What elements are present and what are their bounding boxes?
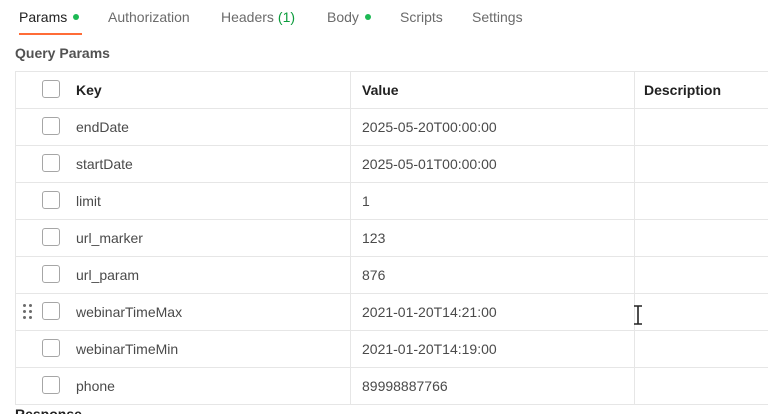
table-row: startDate 2025-05-01T00:00:00 <box>16 146 768 183</box>
param-value[interactable]: 2021-01-20T14:19:00 <box>350 331 634 367</box>
row-check-cell <box>16 183 76 219</box>
tab-settings-label: Settings <box>472 9 523 25</box>
param-key[interactable]: startDate <box>76 146 350 182</box>
tab-body-label: Body <box>327 9 359 25</box>
row-checkbox[interactable] <box>42 117 60 135</box>
param-key[interactable]: endDate <box>76 109 350 145</box>
param-value[interactable]: 1 <box>350 183 634 219</box>
row-check-cell <box>16 146 76 182</box>
row-check-cell <box>16 331 76 367</box>
header-key: Key <box>76 82 102 98</box>
section-title: Query Params <box>15 45 110 61</box>
row-check-cell <box>16 257 76 293</box>
table-row: phone 89998887766 <box>16 368 768 405</box>
row-checkbox[interactable] <box>42 265 60 283</box>
param-description[interactable] <box>634 368 768 404</box>
param-value[interactable]: 2025-05-20T00:00:00 <box>350 109 634 145</box>
param-description[interactable] <box>634 257 768 293</box>
table-row: url_marker 123 <box>16 220 768 257</box>
table-row: webinarTimeMin 2021-01-20T14:19:00 <box>16 331 768 368</box>
response-bar: Response <box>0 402 768 414</box>
row-checkbox[interactable] <box>42 302 60 320</box>
row-checkbox[interactable] <box>42 154 60 172</box>
request-tabs: Params Authorization Headers (1) Body Scr… <box>0 0 768 36</box>
row-check-cell <box>16 220 76 256</box>
tab-scripts[interactable]: Scripts <box>400 7 443 27</box>
tab-authorization-label: Authorization <box>108 9 190 25</box>
param-description[interactable] <box>634 331 768 367</box>
header-value: Value <box>350 72 634 108</box>
headers-count: (1) <box>277 9 296 25</box>
param-description[interactable] <box>634 294 768 330</box>
table-row: limit 1 <box>16 183 768 220</box>
active-tab-indicator <box>19 33 82 35</box>
row-checkbox[interactable] <box>42 339 60 357</box>
param-description[interactable] <box>634 183 768 219</box>
tab-authorization[interactable]: Authorization <box>108 7 190 27</box>
tab-params-label: Params <box>19 9 68 25</box>
row-check-cell <box>16 109 76 145</box>
param-description[interactable] <box>634 146 768 182</box>
tab-headers[interactable]: Headers (1) <box>221 7 295 27</box>
param-key[interactable]: phone <box>76 368 350 404</box>
select-all-checkbox[interactable] <box>42 80 60 98</box>
param-description[interactable] <box>634 220 768 256</box>
param-key[interactable]: url_param <box>76 257 350 293</box>
query-params-table: Key Value Description endDate 2025-05-20… <box>15 71 768 405</box>
response-label[interactable]: Response <box>15 406 82 414</box>
drag-handle-icon[interactable] <box>23 304 33 320</box>
param-key[interactable]: webinarTimeMin <box>76 331 350 367</box>
tab-headers-label: Headers <box>221 9 274 25</box>
tab-scripts-label: Scripts <box>400 9 443 25</box>
param-value[interactable]: 2025-05-01T00:00:00 <box>350 146 634 182</box>
table-row: endDate 2025-05-20T00:00:00 <box>16 109 768 146</box>
tab-body[interactable]: Body <box>327 7 371 27</box>
text-cursor-icon <box>634 305 642 325</box>
param-value[interactable]: 2021-01-20T14:21:00 <box>350 294 634 330</box>
row-checkbox[interactable] <box>42 376 60 394</box>
param-key[interactable]: webinarTimeMax <box>76 294 350 330</box>
row-checkbox[interactable] <box>42 228 60 246</box>
row-check-cell <box>16 294 76 330</box>
param-value[interactable]: 123 <box>350 220 634 256</box>
param-description[interactable] <box>634 109 768 145</box>
param-key[interactable]: limit <box>76 183 350 219</box>
header-description: Description <box>634 72 768 108</box>
param-key[interactable]: url_marker <box>76 220 350 256</box>
body-status-dot <box>364 14 371 21</box>
params-status-dot <box>73 14 80 21</box>
table-row: url_param 876 <box>16 257 768 294</box>
tab-settings[interactable]: Settings <box>472 7 523 27</box>
param-value[interactable]: 89998887766 <box>350 368 634 404</box>
row-check-cell <box>16 368 76 404</box>
row-checkbox[interactable] <box>42 191 60 209</box>
param-value[interactable]: 876 <box>350 257 634 293</box>
header-check-cell <box>16 72 76 108</box>
table-header-row: Key Value Description <box>16 72 768 109</box>
table-row: webinarTimeMax 2021-01-20T14:21:00 <box>16 294 768 331</box>
tab-params[interactable]: Params <box>19 7 80 27</box>
